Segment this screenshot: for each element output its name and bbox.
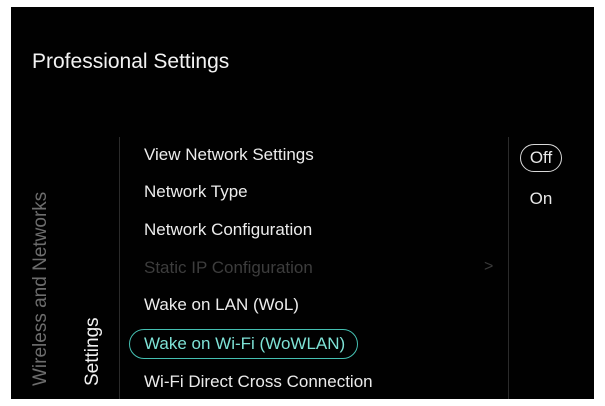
chevron-right-icon: > [484,258,494,275]
menu-item-wake-on-wifi[interactable]: Wake on Wi-Fi (WoWLAN) [129,329,359,359]
tv-settings-screen: Professional Settings Wireless and Netwo… [0,0,605,406]
breadcrumb-level-2-label: Settings [82,317,103,386]
breadcrumb-level-1-label: Wireless and Networks [30,191,51,386]
menu-item-wake-on-lan[interactable]: Wake on LAN (WoL) [144,292,299,318]
menu-item-static-ip-configuration: Static IP Configuration [144,258,313,277]
column-divider-left [119,137,120,399]
breadcrumb-level-1[interactable]: Wireless and Networks [28,140,54,386]
column-divider-right [508,137,509,399]
settings-panel: Professional Settings Wireless and Netwo… [11,7,594,399]
menu-item-view-network-settings[interactable]: View Network Settings [144,142,314,168]
option-on[interactable]: On [521,186,561,212]
menu-item-network-configuration[interactable]: Network Configuration [144,217,312,243]
menu-item-wifi-direct-cross-connection[interactable]: Wi-Fi Direct Cross Connection [144,369,373,395]
option-off[interactable]: Off [520,144,562,172]
breadcrumb-level-2[interactable]: Settings [80,140,106,386]
page-title: Professional Settings [32,50,230,73]
menu-item-network-type[interactable]: Network Type [144,179,248,205]
